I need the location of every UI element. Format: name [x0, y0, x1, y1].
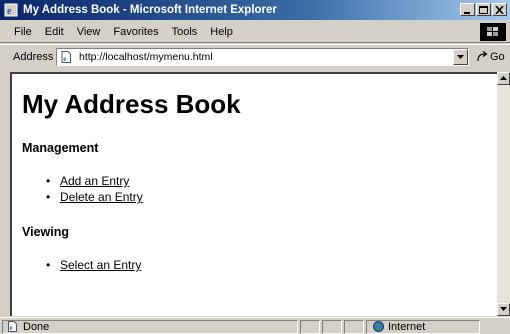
menu-view[interactable]: View	[71, 26, 108, 38]
status-pane-zone: Internet	[366, 319, 480, 334]
menu-help[interactable]: Help	[204, 26, 240, 38]
browser-window: e My Address Book - Microsoft Internet E…	[0, 0, 510, 334]
section-heading-viewing: Viewing	[22, 225, 70, 239]
address-label: Address	[13, 51, 54, 63]
viewing-list: Select an Entry	[42, 258, 141, 274]
ie-window-icon: e	[4, 3, 18, 17]
page-done-icon: e	[8, 321, 17, 332]
vertical-scrollbar[interactable]	[497, 72, 510, 316]
page-content: My Address Book Management Add an Entry …	[10, 72, 497, 316]
svg-text:e: e	[10, 324, 13, 332]
page-title: My Address Book	[22, 89, 241, 119]
status-pane-blank	[300, 319, 320, 334]
address-dropdown-button[interactable]	[453, 49, 468, 65]
list-item: Select an Entry	[42, 258, 141, 274]
close-icon	[495, 6, 504, 14]
minimize-icon	[464, 12, 470, 14]
section-heading-management: Management	[22, 141, 99, 155]
chevron-down-icon	[457, 55, 464, 59]
go-label: Go	[490, 51, 505, 63]
title-bar[interactable]: e My Address Book - Microsoft Internet E…	[0, 0, 510, 20]
address-bar: Address e http://localhost/mymenu.html G…	[0, 44, 510, 69]
page-icon: e	[60, 51, 72, 63]
status-text: Done	[23, 320, 50, 333]
maximize-button[interactable]	[476, 3, 491, 16]
menu-file[interactable]: File	[0, 26, 39, 38]
maximize-icon	[479, 6, 488, 14]
minimize-button[interactable]	[460, 3, 475, 16]
menu-tools[interactable]: Tools	[166, 26, 205, 38]
status-bar: e Done Internet	[0, 317, 510, 334]
zone-text: Internet	[388, 320, 426, 333]
go-button[interactable]: Go	[476, 51, 505, 63]
select-entry-link[interactable]: Select an Entry	[60, 258, 141, 272]
delete-entry-link[interactable]: Delete an Entry	[60, 190, 143, 204]
menu-favorites[interactable]: Favorites	[107, 26, 165, 38]
management-list: Add an Entry Delete an Entry	[42, 174, 143, 206]
add-entry-link[interactable]: Add an Entry	[60, 174, 129, 188]
window-title: My Address Book - Microsoft Internet Exp…	[23, 4, 277, 16]
arrow-down-icon	[500, 307, 507, 311]
close-button[interactable]	[492, 3, 507, 16]
menu-bar: File Edit View Favorites Tools Help	[0, 22, 510, 43]
windows-flag-icon	[487, 27, 498, 36]
menu-edit[interactable]: Edit	[39, 26, 71, 38]
status-pane-blank	[322, 319, 342, 334]
address-url: http://localhost/mymenu.html	[79, 51, 213, 63]
scroll-down-button[interactable]	[497, 303, 510, 316]
globe-icon	[373, 321, 384, 332]
svg-text:e: e	[7, 6, 12, 17]
arrow-up-icon	[500, 76, 507, 80]
go-arrow-icon	[477, 51, 488, 62]
address-input[interactable]: e http://localhost/mymenu.html	[56, 48, 469, 66]
window-controls	[459, 3, 507, 16]
list-item: Add an Entry	[42, 174, 143, 190]
list-item: Delete an Entry	[42, 190, 143, 206]
status-pane-blank	[344, 319, 364, 334]
svg-text:e: e	[63, 55, 66, 63]
scroll-up-button[interactable]	[497, 72, 510, 85]
ie-throbber-logo	[480, 23, 506, 41]
status-pane-main: e Done	[2, 319, 298, 334]
